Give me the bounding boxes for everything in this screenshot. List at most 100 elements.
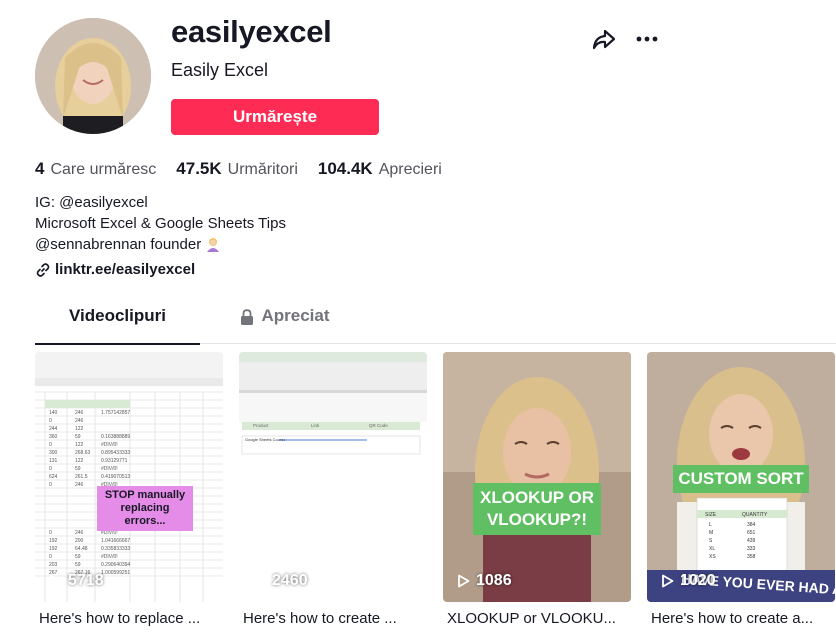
svg-text:#DIV/0!: #DIV/0! [101,442,118,448]
svg-text:SIZE: SIZE [705,512,717,518]
video-overlay-text: CUSTOM SORT [673,465,809,493]
follow-button[interactable]: Urmărește [171,99,379,135]
bio-line: IG: @easilyexcel [35,194,148,211]
tab-videos[interactable]: Videoclipuri [35,306,200,345]
play-icon [458,574,470,588]
svg-text:140: 140 [49,410,58,416]
svg-text:624: 624 [49,474,58,480]
svg-text:0: 0 [49,442,52,448]
video-views-count: 1020 [680,572,716,589]
stat-likes-count: 104.4K [317,159,373,178]
svg-text:Link: Link [311,423,320,428]
svg-text:261.5: 261.5 [75,474,88,480]
svg-text:122: 122 [75,458,84,464]
svg-text:122: 122 [75,442,84,448]
video-thumbnail[interactable]: SIZE QUANTITY L 384 M 651 S 439 XL 333 XS 358 … [647,352,835,602]
video-views: 1086 [457,572,512,590]
svg-text:358: 358 [747,554,756,560]
svg-text:333: 333 [747,546,756,552]
video-card[interactable]: SIZE QUANTITY L 384 M 651 S 439 XL 333 XS 358 … [647,352,835,627]
svg-text:0.335833333: 0.335833333 [101,546,130,552]
svg-text:192: 192 [49,538,58,544]
svg-text:XS: XS [709,554,716,560]
video-thumbnail[interactable]: Product Link QR Code Google Sheets Course … [239,352,427,602]
profile-bio: IG: @easilyexcel Microsoft Excel & Googl… [35,192,286,255]
svg-text:0: 0 [49,554,52,560]
svg-text:268.63: 268.63 [75,450,91,456]
svg-text:64.48: 64.48 [75,546,88,552]
svg-text:0.419070513: 0.419070513 [101,474,130,480]
svg-text:360: 360 [49,434,58,440]
svg-text:439: 439 [747,538,756,544]
play-icon [662,574,674,588]
video-thumbnail[interactable]: XLOOKUP OR VLOOKUP?! 1086 [443,352,631,602]
svg-text:246: 246 [75,482,84,488]
svg-text:#DIV/0!: #DIV/0! [101,554,118,560]
video-caption[interactable]: Here's how to replace ... [35,610,219,627]
video-views-count: 1086 [476,572,512,589]
svg-text:651: 651 [747,530,756,536]
svg-text:200: 200 [75,538,84,544]
video-grid: 140 246 1.757142857 0 246 244 122 360 59 0.163… [35,352,836,642]
profile-stats: 4 Care urmăresc 47.5K Urmăritori 104.4K … [35,159,462,179]
svg-text:0.895433333: 0.895433333 [101,450,130,456]
svg-text:XL: XL [709,546,715,552]
video-overlay-text: XLOOKUP OR VLOOKUP?! [473,483,601,535]
play-icon [50,574,62,588]
bio-line: Microsoft Excel & Google Sheets Tips [35,215,286,232]
svg-text:131: 131 [49,458,58,464]
svg-text:59: 59 [75,554,81,560]
svg-text:#DIV/0!: #DIV/0! [101,466,118,472]
bio-line-3: @sennabrennan founder [35,234,286,255]
svg-text:59: 59 [75,434,81,440]
more-icon[interactable] [634,26,662,54]
video-thumbnail[interactable]: 140 246 1.757142857 0 246 244 122 360 59 0.163… [35,352,223,602]
video-caption[interactable]: Here's how to create ... [239,610,423,627]
stat-followers[interactable]: 47.5K Urmăritori [176,159,298,179]
svg-text:192: 192 [49,546,58,552]
profile-username: easilyexcel [171,14,332,49]
svg-text:1.000599251: 1.000599251 [101,570,130,576]
share-icon[interactable] [590,26,618,54]
stat-likes: 104.4K Aprecieri [318,159,442,179]
lock-icon [241,309,254,325]
tab-liked-label: Apreciat [261,306,330,325]
stat-likes-label: Aprecieri [378,161,442,178]
svg-text:0: 0 [49,466,52,472]
svg-text:300: 300 [49,450,58,456]
video-views: 2460 [253,572,308,590]
svg-text:244: 244 [49,426,58,432]
stat-following-count: 4 [35,159,45,178]
video-card[interactable]: Product Link QR Code Google Sheets Course … [239,352,427,627]
svg-text:0: 0 [49,482,52,488]
avatar[interactable] [35,18,151,134]
video-caption[interactable]: XLOOKUP or VLOOKU... [443,610,627,627]
svg-text:246: 246 [75,418,84,424]
link-icon [36,262,50,277]
svg-text:384: 384 [747,522,756,528]
profile-link[interactable]: linktr.ee/easilyexcel [35,261,195,278]
video-card[interactable]: XLOOKUP OR VLOOKUP?! 1086 XLOOKUP or VLO… [443,352,631,627]
svg-text:0: 0 [49,418,52,424]
svg-text:QR Code: QR Code [369,423,388,428]
svg-text:Product: Product [253,423,269,428]
svg-text:246: 246 [75,530,84,536]
bio-line-text: @sennabrennan founder [35,236,202,253]
svg-text:246: 246 [75,410,84,416]
stat-following[interactable]: 4 Care urmăresc [35,159,156,179]
video-views-count: 5718 [68,572,104,589]
svg-text:122: 122 [75,426,84,432]
tab-videos-label: Videoclipuri [69,306,166,325]
svg-text:59: 59 [75,562,81,568]
svg-text:QUANTITY: QUANTITY [742,512,768,518]
svg-text:59: 59 [75,466,81,472]
tab-liked[interactable]: Apreciat [230,306,340,344]
video-views: 1020 [661,572,716,590]
svg-text:0.163888889: 0.163888889 [101,434,130,440]
svg-text:0.93129771: 0.93129771 [101,458,128,464]
profile-tabs: Videoclipuri Apreciat [35,306,836,345]
video-card[interactable]: 140 246 1.757142857 0 246 244 122 360 59 0.163… [35,352,223,627]
video-caption[interactable]: Here's how to create a... [647,610,831,627]
profile-link-text: linktr.ee/easilyexcel [55,261,196,278]
svg-text:M: M [709,530,713,536]
